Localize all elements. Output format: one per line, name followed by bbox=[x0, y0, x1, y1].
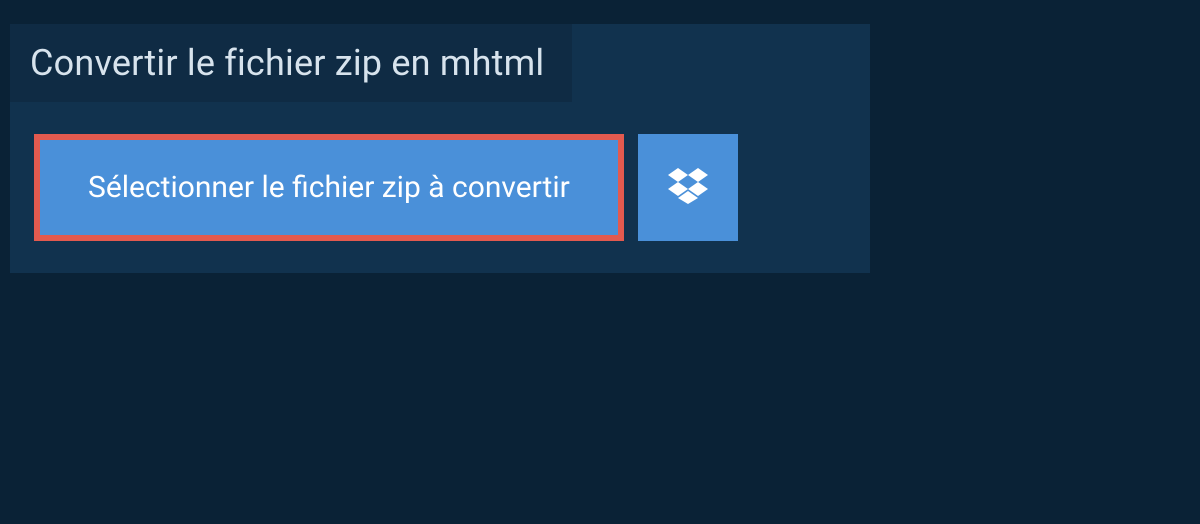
select-file-button[interactable]: Sélectionner le fichier zip à convertir bbox=[34, 134, 624, 241]
select-file-label: Sélectionner le fichier zip à convertir bbox=[88, 170, 570, 205]
dropbox-button[interactable] bbox=[638, 134, 738, 241]
button-row: Sélectionner le fichier zip à convertir bbox=[34, 134, 846, 241]
page-title: Convertir le fichier zip en mhtml bbox=[30, 42, 544, 84]
converter-panel: Convertir le fichier zip en mhtml Sélect… bbox=[10, 24, 870, 273]
heading-container: Convertir le fichier zip en mhtml bbox=[10, 24, 572, 102]
dropbox-icon bbox=[668, 168, 708, 208]
